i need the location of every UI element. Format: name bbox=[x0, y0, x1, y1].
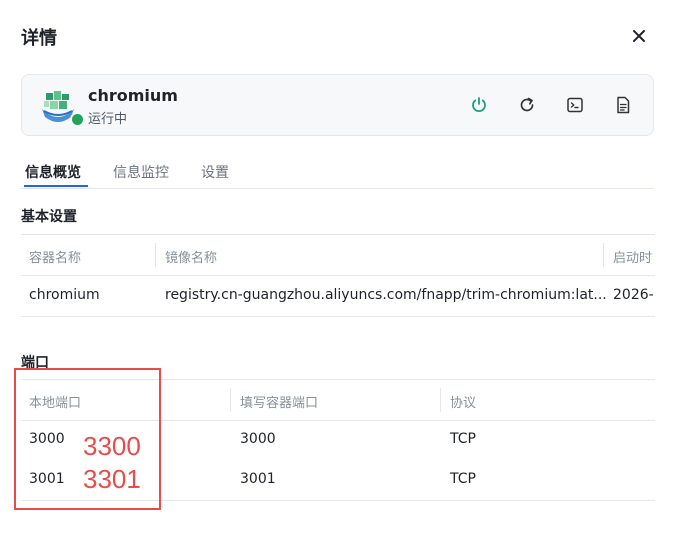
container-port-cell: 3001 bbox=[240, 471, 276, 487]
tab-monitor[interactable]: 信息监控 bbox=[113, 162, 169, 182]
close-icon[interactable] bbox=[628, 25, 650, 47]
image-name-cell: registry.cn-guangzhou.aliyuncs.com/fnapp… bbox=[165, 287, 607, 303]
container-name-cell: chromium bbox=[29, 287, 100, 303]
table-row: chromium registry.cn-guangzhou.aliyuncs.… bbox=[21, 275, 655, 317]
column-divider bbox=[603, 243, 604, 267]
column-header: 启动时 bbox=[613, 251, 653, 266]
annotation-port-value: 3300 bbox=[83, 431, 141, 461]
column-header: 填写容器端口 bbox=[240, 396, 319, 411]
app-header-card: chromium 运行中 bbox=[21, 74, 654, 136]
tab-settings[interactable]: 设置 bbox=[201, 162, 229, 182]
protocol-cell: TCP bbox=[450, 431, 476, 447]
column-divider bbox=[155, 243, 156, 267]
column-divider bbox=[440, 388, 441, 412]
restart-icon[interactable] bbox=[517, 95, 537, 115]
app-status: 运行中 bbox=[88, 112, 128, 127]
terminal-icon[interactable] bbox=[565, 95, 585, 115]
basic-settings-title: 基本设置 bbox=[21, 209, 77, 225]
annotation-port-value: 3301 bbox=[83, 464, 141, 494]
table-header: 容器名称 镜像名称 启动时 bbox=[21, 234, 655, 276]
basic-settings-table: 容器名称 镜像名称 启动时 chromium registry.cn-guang… bbox=[21, 234, 655, 318]
details-dialog: 详情 chromium 运行中 信息概览 信息监控 设置 基本设置 容器名称 镜… bbox=[0, 0, 675, 548]
column-header: 容器名称 bbox=[29, 251, 82, 266]
start-time-cell: 2026- bbox=[613, 287, 654, 303]
container-port-cell: 3000 bbox=[240, 431, 276, 447]
log-icon[interactable] bbox=[613, 95, 633, 115]
tab-bar: 信息概览 信息监控 设置 bbox=[21, 158, 654, 189]
column-header: 协议 bbox=[450, 396, 477, 411]
power-icon[interactable] bbox=[469, 95, 489, 115]
column-divider bbox=[230, 388, 231, 412]
app-name: chromium bbox=[88, 86, 178, 105]
column-header: 镜像名称 bbox=[165, 251, 218, 266]
tab-overview[interactable]: 信息概览 bbox=[25, 162, 81, 182]
protocol-cell: TCP bbox=[450, 471, 476, 487]
active-tab-indicator bbox=[24, 185, 88, 187]
running-status-dot bbox=[70, 112, 85, 127]
dialog-title: 详情 bbox=[21, 28, 57, 49]
